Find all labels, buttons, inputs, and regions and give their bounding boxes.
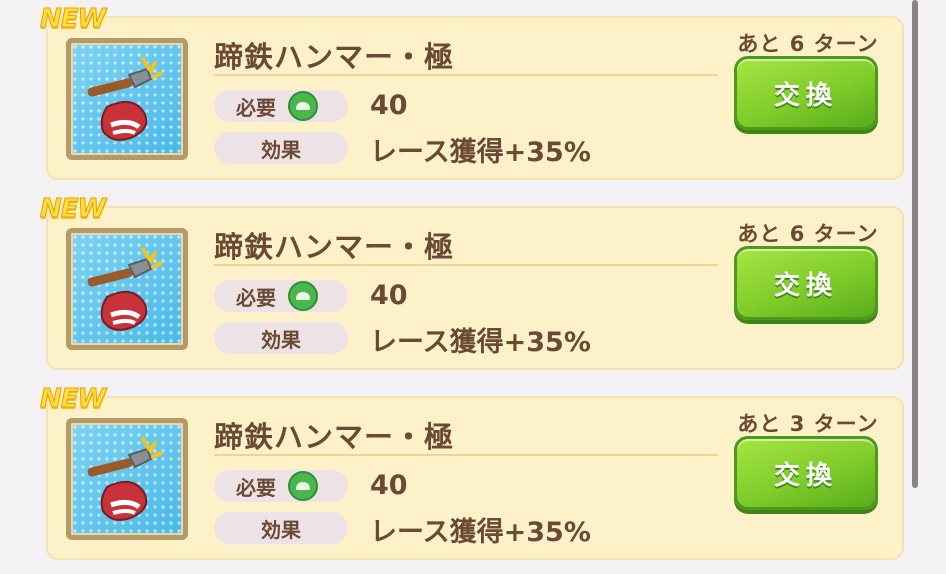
effect-value: レース獲得+35% (370, 137, 591, 168)
scroll-thumb[interactable] (912, 0, 918, 488)
required-value: 40 (370, 90, 408, 121)
required-value: 40 (370, 280, 408, 311)
item-name: 蹄鉄ハンマー・極 (214, 420, 455, 454)
horseshoe-hammer-icon (66, 228, 188, 350)
effect-label: 効果 (261, 137, 301, 162)
turns-remaining: あと 6 ターン (737, 32, 879, 56)
required-value: 40 (370, 470, 408, 501)
item-name: 蹄鉄ハンマー・極 (214, 230, 455, 264)
new-badge: NEW (39, 194, 106, 225)
required-label-pill: 必要 (214, 470, 348, 502)
required-label: 必要 (236, 285, 276, 310)
required-label: 必要 (236, 475, 276, 500)
turns-remaining: あと 3 ターン (737, 412, 879, 436)
effect-label-pill: 効果 (214, 132, 348, 164)
divider (214, 454, 718, 456)
exchange-button[interactable]: 交換 (734, 246, 878, 320)
effect-label-pill: 効果 (214, 322, 348, 354)
horseshoe-hammer-icon (66, 38, 188, 160)
effect-value: レース獲得+35% (370, 327, 591, 358)
required-label-pill: 必要 (214, 280, 348, 312)
coin-icon (288, 281, 318, 311)
divider (214, 74, 718, 76)
effect-value: レース獲得+35% (370, 517, 591, 548)
exchange-button[interactable]: 交換 (734, 56, 878, 130)
effect-label: 効果 (261, 517, 301, 542)
effect-label: 効果 (261, 327, 301, 352)
horseshoe-hammer-icon (66, 418, 188, 540)
item-name: 蹄鉄ハンマー・極 (214, 40, 455, 74)
scrollbar[interactable] (912, 0, 918, 574)
coin-icon (288, 91, 318, 121)
effect-label-pill: 効果 (214, 512, 348, 544)
shop-item-card: NEW 蹄鉄ハンマー・極 必要 40 効果 レース獲得+35% あと 3 ターン… (39, 384, 904, 560)
divider (214, 264, 718, 266)
new-badge: NEW (39, 4, 106, 35)
coin-icon (288, 471, 318, 501)
required-label: 必要 (236, 95, 276, 120)
exchange-button[interactable]: 交換 (734, 436, 878, 510)
shop-item-card: NEW 蹄鉄ハンマー・極 必要 40 効果 レース獲得+35% あと 6 ターン… (39, 194, 904, 370)
required-label-pill: 必要 (214, 90, 348, 122)
turns-remaining: あと 6 ターン (737, 222, 879, 246)
new-badge: NEW (39, 384, 106, 415)
shop-item-card: NEW 蹄鉄ハンマー・極 必要 40 効果 レース獲得+35% あと 6 ターン… (39, 4, 904, 180)
shop-item-list: NEW 蹄鉄ハンマー・極 必要 40 効果 レース獲得+35% あと 6 ターン… (0, 0, 946, 574)
